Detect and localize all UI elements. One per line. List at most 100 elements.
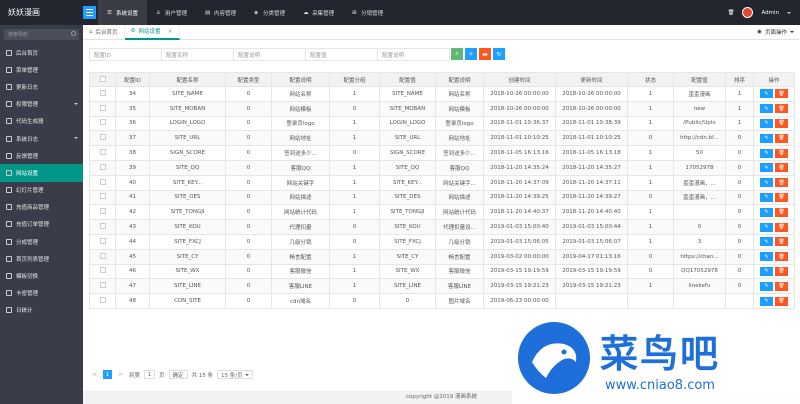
filter-config-value-input[interactable]: 配置值 <box>305 48 378 61</box>
goto-page-input[interactable]: 1 <box>144 370 156 379</box>
row-select-cell[interactable] <box>89 145 116 161</box>
page-number-button[interactable]: 1 <box>103 370 112 379</box>
tab-site-settings[interactable]: ⚙ 网站设置 × <box>124 24 180 40</box>
table-row[interactable]: 40 SITE_KEY... 0 网站关键字 1 SITE_KEY... 网站关键字... 2… <box>89 174 795 191</box>
menu-toggle-button[interactable] <box>83 6 96 19</box>
edit-button[interactable]: ✎ <box>760 207 773 217</box>
table-row[interactable]: 44 SITE_FXCJ 0 几级分销 0 SITE_FXCJ 几级分销 2019-01-03… <box>89 233 795 250</box>
per-page-select[interactable]: 15 条/页 <box>217 370 253 379</box>
row-select-cell[interactable] <box>89 248 116 265</box>
sidebar-item-menu[interactable]: 菜单管理 <box>0 61 83 78</box>
select-all-header[interactable] <box>89 72 116 87</box>
row-delete-button[interactable]: 🗑 <box>775 192 788 202</box>
checkbox[interactable] <box>99 267 106 274</box>
filter-config-desc-input[interactable]: 配置说明 <box>233 48 306 61</box>
edit-button[interactable]: ✎ <box>760 266 773 276</box>
column-header[interactable]: 配置说明 <box>435 72 484 87</box>
table-row[interactable]: 42 SITE_TONGJI 0 网站统计代码 1 SITE_TONGJI 网站统计代码 20… <box>89 204 795 221</box>
trash-icon[interactable]: 🗑 <box>727 10 734 16</box>
row-delete-button[interactable]: 🗑 <box>775 148 788 158</box>
row-delete-button[interactable]: 🗑 <box>775 163 788 173</box>
filter-config-name-input[interactable]: 配置名称 <box>161 48 234 61</box>
refresh-button[interactable]: ↻ <box>493 48 505 60</box>
checkbox[interactable] <box>99 163 106 170</box>
table-row[interactable]: 46 SITE_WX 0 客服微信 1 SITE_WX 客服微信 2019-03-15 19:… <box>89 263 795 280</box>
checkbox[interactable] <box>99 149 106 156</box>
row-select-cell[interactable] <box>89 204 116 221</box>
row-select-cell[interactable] <box>89 130 116 147</box>
column-header[interactable]: 更新时间 <box>555 72 628 87</box>
row-delete-button[interactable]: 🗑 <box>775 266 788 276</box>
checkbox[interactable] <box>99 193 106 200</box>
checkbox[interactable] <box>99 89 106 96</box>
delete-button[interactable]: ▬ <box>479 48 491 60</box>
column-header[interactable]: 配置分组 <box>329 72 380 87</box>
sidebar-item-system-log[interactable]: 系统日志 <box>0 130 83 147</box>
table-row[interactable]: 37 SITE_URL 0 网站地址 1 SITE_URL 网站地址 2018-11-01 1… <box>89 130 795 147</box>
sidebar-item-changelog[interactable]: 更新日志 <box>0 78 83 95</box>
sidebar-item-site-settings[interactable]: 网站设置 <box>0 164 83 182</box>
sidebar-item-commission[interactable]: 分成管理 <box>0 233 83 250</box>
checkbox[interactable] <box>99 119 106 126</box>
edit-button[interactable]: ✎ <box>760 281 773 291</box>
edit-button[interactable]: ✎ <box>760 118 773 128</box>
sidebar-item-permissions[interactable]: 权限管理 <box>0 96 83 113</box>
avatar[interactable] <box>742 7 754 18</box>
next-page-button[interactable]: > <box>116 370 125 379</box>
row-delete-button[interactable]: 🗑 <box>775 89 788 99</box>
sidebar-item-home[interactable]: 后台首页 <box>0 44 83 61</box>
row-select-cell[interactable] <box>89 293 116 309</box>
row-select-cell[interactable] <box>89 233 116 250</box>
add-button[interactable]: + <box>465 48 477 60</box>
topnav-distribution-management[interactable]: ⊞ 分销管理 <box>343 0 392 25</box>
row-select-cell[interactable] <box>89 100 116 117</box>
edit-button[interactable]: ✎ <box>760 163 773 173</box>
row-delete-button[interactable]: 🗑 <box>775 207 788 217</box>
topnav-content-management[interactable]: ▤ 内容管理 <box>196 0 245 25</box>
table-row[interactable]: 38 SIGN_SCORE 0 签到送多少... 0 SIGN_SCORE 签到送多少...… <box>89 145 795 161</box>
row-select-cell[interactable] <box>89 278 116 295</box>
row-delete-button[interactable]: 🗑 <box>775 281 788 291</box>
row-delete-button[interactable]: 🗑 <box>775 222 788 232</box>
sidebar-item-slideshow[interactable]: 幻灯片管理 <box>0 182 83 199</box>
topnav-user-management[interactable]: ♙ 用户管理 <box>147 0 196 25</box>
checkbox[interactable] <box>99 223 106 230</box>
table-row[interactable]: 41 SITE_DES 0 网站描述 1 SITE_DES 网站描述 2018-11-20 1… <box>89 189 795 206</box>
column-header[interactable]: 配置ID <box>115 72 150 87</box>
edit-button[interactable]: ✎ <box>760 104 773 114</box>
page-operations-dropdown[interactable]: ◉ 页面操作 <box>751 28 800 36</box>
row-select-cell[interactable] <box>89 174 116 191</box>
column-header[interactable]: 状态 <box>627 72 674 87</box>
sidebar-item-recharge-goods[interactable]: 充值商品管理 <box>0 199 83 216</box>
edit-button[interactable]: ✎ <box>760 133 773 143</box>
column-header[interactable]: 创建时间 <box>483 72 556 87</box>
row-delete-button[interactable]: 🗑 <box>775 178 788 188</box>
row-select-cell[interactable] <box>89 86 116 102</box>
table-row[interactable]: 48 CDN_SITE 0 cdn域名 0 0 图片域名 2019-06-23 00:00:0… <box>89 293 795 309</box>
table-row[interactable]: 39 SITE_QQ 0 客服QQ 1 SITE_QQ 客服QQ 2018-11-20 14:… <box>89 159 795 176</box>
column-header[interactable]: 配置值 <box>379 72 436 87</box>
table-row[interactable]: 36 LOGIN_LOGO 0 登录页logo 1 LOGIN_LOGO 登录页logo 20… <box>89 115 795 132</box>
tab-home[interactable]: ⌂ 后台首页 <box>83 24 125 40</box>
checkbox[interactable] <box>99 252 106 259</box>
row-select-cell[interactable] <box>89 219 116 235</box>
sidebar-item-recharge-orders[interactable]: 充值订单管理 <box>0 216 83 233</box>
column-header[interactable]: 配置值 <box>673 72 726 87</box>
sidebar-item-feedback[interactable]: 反馈管理 <box>0 147 83 164</box>
edit-button[interactable]: ✎ <box>760 222 773 232</box>
sidebar-item-daily-stats[interactable]: 日统计 <box>0 302 83 319</box>
prev-page-button[interactable]: < <box>90 370 99 379</box>
table-row[interactable]: 47 SITE_LINE 0 客服LINE 1 SITE_LINE 客服LINE 2019-0… <box>89 278 795 295</box>
topnav-system-settings[interactable]: ☰ 系统设置 <box>98 0 148 25</box>
column-header[interactable]: 配置名称 <box>149 72 226 87</box>
table-row[interactable]: 45 SITE_CY 0 畅言配置 1 SITE_CY 畅言配置 2019-03-02 00:… <box>89 248 795 265</box>
goto-confirm-button[interactable]: 确定 <box>168 370 188 379</box>
row-delete-button[interactable]: 🗑 <box>775 133 788 143</box>
row-select-cell[interactable] <box>89 189 116 206</box>
row-delete-button[interactable]: 🗑 <box>775 237 788 247</box>
filter-config-id-input[interactable]: 配置ID <box>89 48 162 61</box>
checkbox[interactable] <box>99 297 106 304</box>
admin-name[interactable]: Admin <box>761 10 779 16</box>
edit-button[interactable]: ✎ <box>760 178 773 188</box>
edit-button[interactable]: ✎ <box>760 252 773 262</box>
